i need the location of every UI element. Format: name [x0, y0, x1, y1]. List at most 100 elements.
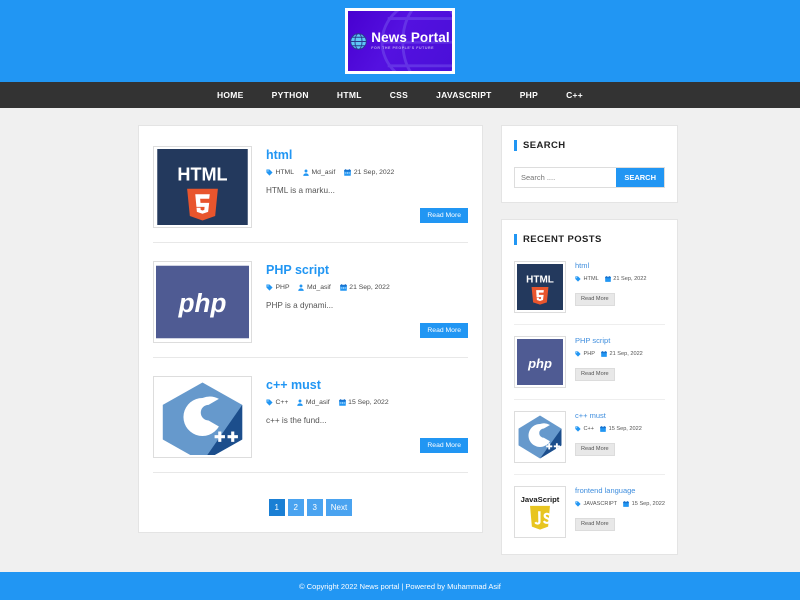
recent-post-title-link[interactable]: c++ must: [575, 411, 665, 420]
post-category: PHP: [266, 284, 289, 291]
read-more-button[interactable]: Read More: [420, 323, 468, 339]
post-author: Md_asif: [303, 169, 335, 176]
pagination-next[interactable]: Next: [325, 499, 353, 516]
pagination-page-1[interactable]: 1: [268, 499, 285, 516]
user-icon: [297, 399, 304, 406]
svg-text:php: php: [178, 288, 227, 318]
site-logo[interactable]: News Portal FOR THE PEOPLE'S FUTURE: [345, 8, 455, 74]
post-actions: Read More: [266, 438, 468, 454]
post-list-card: HTML html HTML Md_asif 21 Sep, 2022 HTML…: [138, 125, 483, 533]
cpp-logo-icon: [517, 414, 563, 460]
recent-post-meta: C++ 15 Sep, 2022: [575, 426, 665, 432]
recent-post-title-link[interactable]: PHP script: [575, 336, 665, 345]
recent-thumbnail-php[interactable]: php: [514, 336, 566, 388]
recent-thumbnail-javascript[interactable]: JavaScript: [514, 486, 566, 538]
read-more-button[interactable]: Read More: [420, 208, 468, 224]
javascript-logo-icon: JavaScript: [517, 489, 563, 535]
post-excerpt: PHP is a dynami...: [266, 301, 334, 310]
nav-item-cpp[interactable]: C++: [552, 82, 597, 108]
calendar-icon: [601, 351, 607, 357]
post-meta: HTML Md_asif 21 Sep, 2022: [266, 169, 468, 176]
calendar-icon: [604, 276, 611, 282]
recent-post-title-link[interactable]: html: [575, 261, 665, 270]
recent-post-item: c++ must C++ 15 Sep, 2022 Read More: [514, 411, 665, 475]
post-title-link[interactable]: html: [266, 148, 468, 162]
svg-text:JavaScript: JavaScript: [521, 495, 560, 504]
tag-icon: [575, 426, 581, 432]
recent-post-meta: JAVASCRIPT 15 Sep, 2022: [575, 501, 665, 507]
post-author-label: Md_asif: [306, 284, 331, 291]
page-body: HTML html HTML Md_asif 21 Sep, 2022 HTML…: [0, 108, 800, 571]
recent-thumbnail-cpp[interactable]: [514, 411, 566, 463]
html5-logo-icon: HTML: [517, 264, 563, 310]
post-author-label: Md_asif: [311, 169, 336, 176]
recent-post-category: HTML: [575, 276, 599, 282]
post-item: php PHP script PHP Md_asif 21 Sep, 2022 …: [153, 255, 468, 358]
recent-post-category: JAVASCRIPT: [575, 501, 617, 507]
calendar-icon: [340, 284, 347, 291]
search-button[interactable]: SEARCH: [616, 168, 664, 187]
post-thumbnail-cpp[interactable]: [153, 376, 252, 458]
recent-post-date-label: 15 Sep, 2022: [608, 426, 642, 432]
post-date-label: 15 Sep, 2022: [348, 399, 389, 406]
post-category-label: PHP: [275, 284, 290, 291]
search-input[interactable]: [515, 168, 617, 187]
recent-post-category: C++: [575, 426, 594, 432]
calendar-icon: [623, 501, 629, 507]
nav-item-javascript[interactable]: JAVASCRIPT: [422, 82, 506, 108]
nav-item-home[interactable]: HOME: [203, 82, 258, 108]
post-excerpt: c++ is the fund...: [266, 416, 327, 425]
post-item: c++ must C++ Md_asif 15 Sep, 2022 c++ is…: [153, 370, 468, 473]
recent-post-date-label: 21 Sep, 2022: [613, 276, 647, 282]
post-date-label: 21 Sep, 2022: [353, 169, 395, 176]
post-actions: Read More: [266, 208, 468, 224]
pagination-page-3[interactable]: 3: [306, 499, 323, 516]
sidebar: SEARCH SEARCH RECENT POSTS HTML: [501, 125, 678, 571]
recent-post-item: php PHP script PHP 21 Sep, 2022 Read Mor…: [514, 336, 665, 400]
post-date: 21 Sep, 2022: [344, 169, 394, 176]
post-author-label: Md_asif: [305, 399, 330, 406]
post-category: HTML: [266, 169, 294, 176]
post-title-link[interactable]: c++ must: [266, 378, 468, 392]
post-date-label: 21 Sep, 2022: [349, 284, 390, 291]
recent-read-more-button[interactable]: Read More: [575, 292, 615, 306]
post-author: Md_asif: [297, 399, 330, 406]
recent-thumbnail-html5[interactable]: HTML: [514, 261, 566, 313]
main-navigation: HOME PYTHON HTML CSS JAVASCRIPT PHP C++: [0, 82, 800, 108]
globe-icon: [350, 32, 368, 50]
site-header: News Portal FOR THE PEOPLE'S FUTURE: [0, 0, 800, 82]
post-author: Md_asif: [298, 284, 331, 291]
search-row: SEARCH: [514, 167, 665, 188]
cpp-logo-icon: [159, 379, 246, 455]
recent-post-category-label: PHP: [583, 351, 596, 357]
post-title-link[interactable]: PHP script: [266, 263, 468, 277]
logo-tagline: FOR THE PEOPLE'S FUTURE: [371, 45, 435, 50]
search-widget-title: SEARCH: [514, 140, 665, 151]
recent-post-category: PHP: [575, 351, 595, 357]
php-logo-icon: php: [517, 339, 563, 385]
post-thumbnail-php[interactable]: php: [153, 261, 252, 343]
read-more-button[interactable]: Read More: [420, 438, 468, 454]
recent-post-date: 15 Sep, 2022: [600, 426, 642, 432]
post-date: 21 Sep, 2022: [340, 284, 390, 291]
tag-icon: [266, 169, 273, 176]
recent-read-more-button[interactable]: Read More: [575, 517, 615, 531]
nav-item-php[interactable]: PHP: [506, 82, 552, 108]
nav-item-html[interactable]: HTML: [323, 82, 376, 108]
nav-item-css[interactable]: CSS: [376, 82, 422, 108]
post-thumbnail-html5[interactable]: HTML: [153, 146, 252, 228]
recent-posts-title: RECENT POSTS: [514, 234, 665, 245]
recent-post-title-link[interactable]: frontend language: [575, 486, 665, 495]
recent-read-more-button[interactable]: Read More: [575, 442, 615, 456]
recent-post-date: 15 Sep, 2022: [623, 501, 665, 507]
recent-post-category-label: HTML: [583, 276, 599, 282]
pagination-page-2[interactable]: 2: [287, 499, 304, 516]
svg-text:HTML: HTML: [526, 274, 554, 285]
calendar-icon: [344, 169, 352, 176]
recent-post-item: HTML html HTML 21 Sep, 2022 Read More: [514, 261, 665, 325]
nav-item-python[interactable]: PYTHON: [258, 82, 323, 108]
logo-title: News Portal: [371, 30, 450, 46]
post-meta: C++ Md_asif 15 Sep, 2022: [266, 399, 468, 406]
php-logo-icon: php: [156, 265, 249, 339]
recent-read-more-button[interactable]: Read More: [575, 367, 615, 381]
